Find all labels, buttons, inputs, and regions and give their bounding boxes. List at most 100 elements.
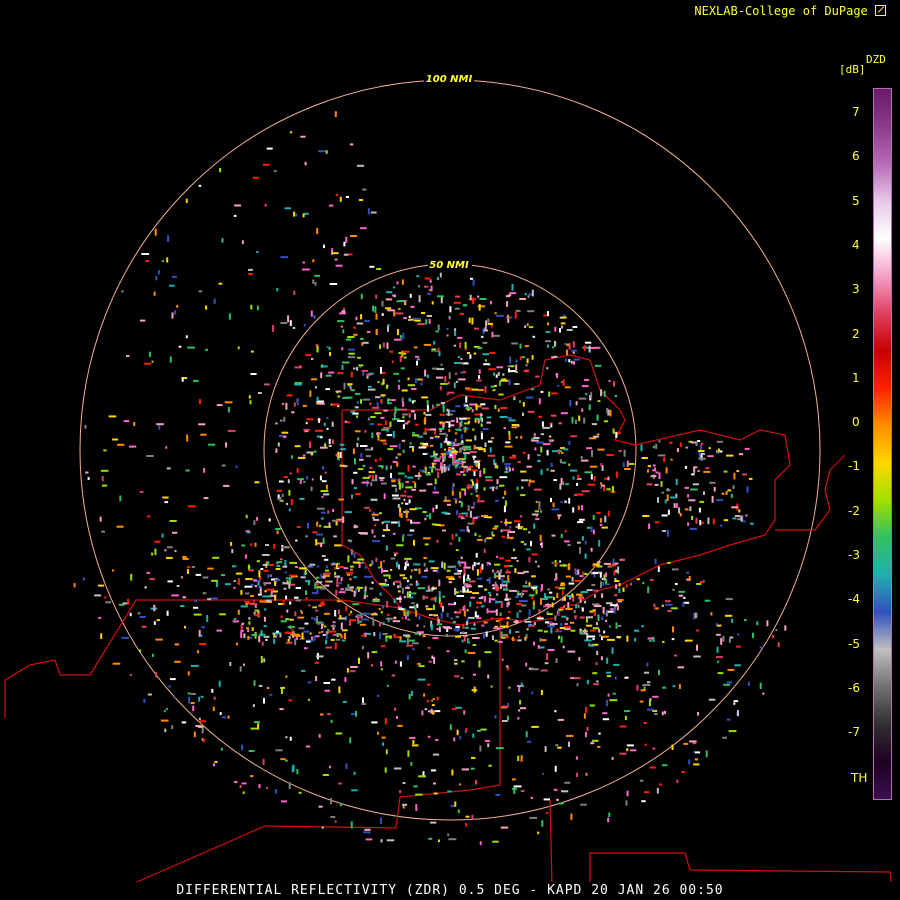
- echo-pixel: [374, 306, 377, 313]
- echo-pixel: [634, 637, 637, 642]
- echo-pixel: [254, 614, 261, 617]
- echo-pixel: [591, 450, 593, 457]
- echo-pixel: [367, 385, 372, 388]
- legend-tick-label: 5: [852, 193, 860, 208]
- echo-pixel: [331, 421, 334, 427]
- echo-pixel: [675, 583, 678, 585]
- echo-pixel: [554, 341, 556, 347]
- echo-pixel: [169, 678, 176, 681]
- echo-pixel: [437, 324, 440, 331]
- echo-pixel: [538, 507, 541, 510]
- echo-pixel: [658, 669, 660, 676]
- echo-pixel: [329, 352, 331, 356]
- echo-pixel: [614, 594, 618, 597]
- echo-pixel: [187, 505, 196, 508]
- echo-pixel: [432, 637, 439, 640]
- echo-pixel: [319, 446, 328, 449]
- echo-pixel: [514, 311, 517, 319]
- echo-pixel: [470, 767, 475, 770]
- echo-pixel: [684, 508, 689, 511]
- echo-pixel: [387, 398, 390, 404]
- echo-pixel: [699, 520, 702, 526]
- echo-pixel: [520, 682, 523, 688]
- echo-pixel: [528, 609, 531, 616]
- echo-pixel: [555, 744, 559, 747]
- echo-pixel: [283, 436, 287, 438]
- echo-pixel: [289, 736, 292, 741]
- echo-pixel: [87, 477, 90, 480]
- echo-pixel: [478, 375, 481, 379]
- echo-pixel: [467, 651, 476, 654]
- echo-pixel: [402, 424, 405, 430]
- echo-pixel: [466, 638, 469, 642]
- echo-pixel: [487, 674, 490, 679]
- echo-pixel: [466, 609, 469, 612]
- echo-pixel: [353, 590, 356, 597]
- echo-pixel: [471, 506, 475, 509]
- echo-pixel: [289, 320, 292, 326]
- echo-pixel: [332, 508, 335, 513]
- echo-pixel: [452, 483, 455, 487]
- echo-pixel: [409, 583, 413, 586]
- echo-pixel: [593, 435, 599, 438]
- echo-pixel: [424, 543, 429, 546]
- echo-pixel: [410, 690, 413, 696]
- echo-pixel: [451, 708, 457, 711]
- echo-pixel: [519, 356, 522, 360]
- echo-pixel: [276, 561, 283, 564]
- echo-pixel: [144, 362, 152, 365]
- echo-pixel: [360, 399, 362, 404]
- echo-pixel: [320, 517, 324, 520]
- echo-pixel: [335, 589, 338, 596]
- echo-pixel: [449, 724, 452, 730]
- echo-pixel: [538, 415, 542, 418]
- echo-pixel: [354, 458, 356, 465]
- echo-pixel: [451, 769, 454, 776]
- echo-pixel: [299, 497, 305, 500]
- echo-pixel: [254, 542, 257, 547]
- echo-pixel: [643, 722, 647, 724]
- echo-pixel: [356, 401, 359, 404]
- echo-pixel: [455, 533, 458, 537]
- echo-pixel: [326, 417, 329, 420]
- echo-pixel: [494, 312, 497, 315]
- echo-pixel: [415, 355, 420, 358]
- echo-pixel: [574, 419, 577, 425]
- echo-pixel: [405, 502, 409, 505]
- echo-pixel: [301, 632, 304, 640]
- echo-pixel: [167, 235, 170, 242]
- echo-pixel: [283, 587, 287, 590]
- echo-pixel: [449, 306, 452, 313]
- echo-pixel: [742, 473, 747, 476]
- echo-pixel: [345, 338, 352, 341]
- external-link-icon[interactable]: [875, 5, 886, 16]
- echo-pixel: [224, 401, 233, 404]
- echo-pixel: [488, 577, 491, 584]
- echo-pixel: [265, 599, 272, 602]
- echo-pixel: [309, 632, 312, 635]
- echo-pixel: [537, 459, 541, 462]
- echo-pixel: [556, 628, 559, 632]
- range-label-100: 100 NMI: [426, 74, 473, 85]
- echo-pixel: [290, 633, 296, 636]
- echo-pixel: [397, 472, 405, 475]
- echo-pixel: [447, 381, 450, 385]
- echo-pixel: [320, 365, 328, 368]
- echo-pixel: [549, 440, 553, 443]
- echo-pixel: [698, 457, 706, 460]
- echo-pixel: [419, 489, 427, 492]
- echo-pixel: [438, 626, 441, 633]
- echo-pixel: [596, 511, 601, 514]
- echo-pixel: [517, 572, 525, 575]
- echo-pixel: [479, 298, 487, 300]
- echo-pixel: [470, 450, 475, 453]
- echo-pixel: [502, 720, 508, 722]
- echo-pixel: [678, 507, 681, 514]
- echo-pixel: [493, 627, 501, 630]
- echo-pixel: [666, 489, 671, 492]
- echo-pixel: [401, 587, 404, 594]
- echo-pixel: [173, 696, 176, 699]
- echo-pixel: [425, 413, 432, 416]
- echo-pixel: [502, 588, 509, 591]
- echo-pixel: [442, 606, 444, 612]
